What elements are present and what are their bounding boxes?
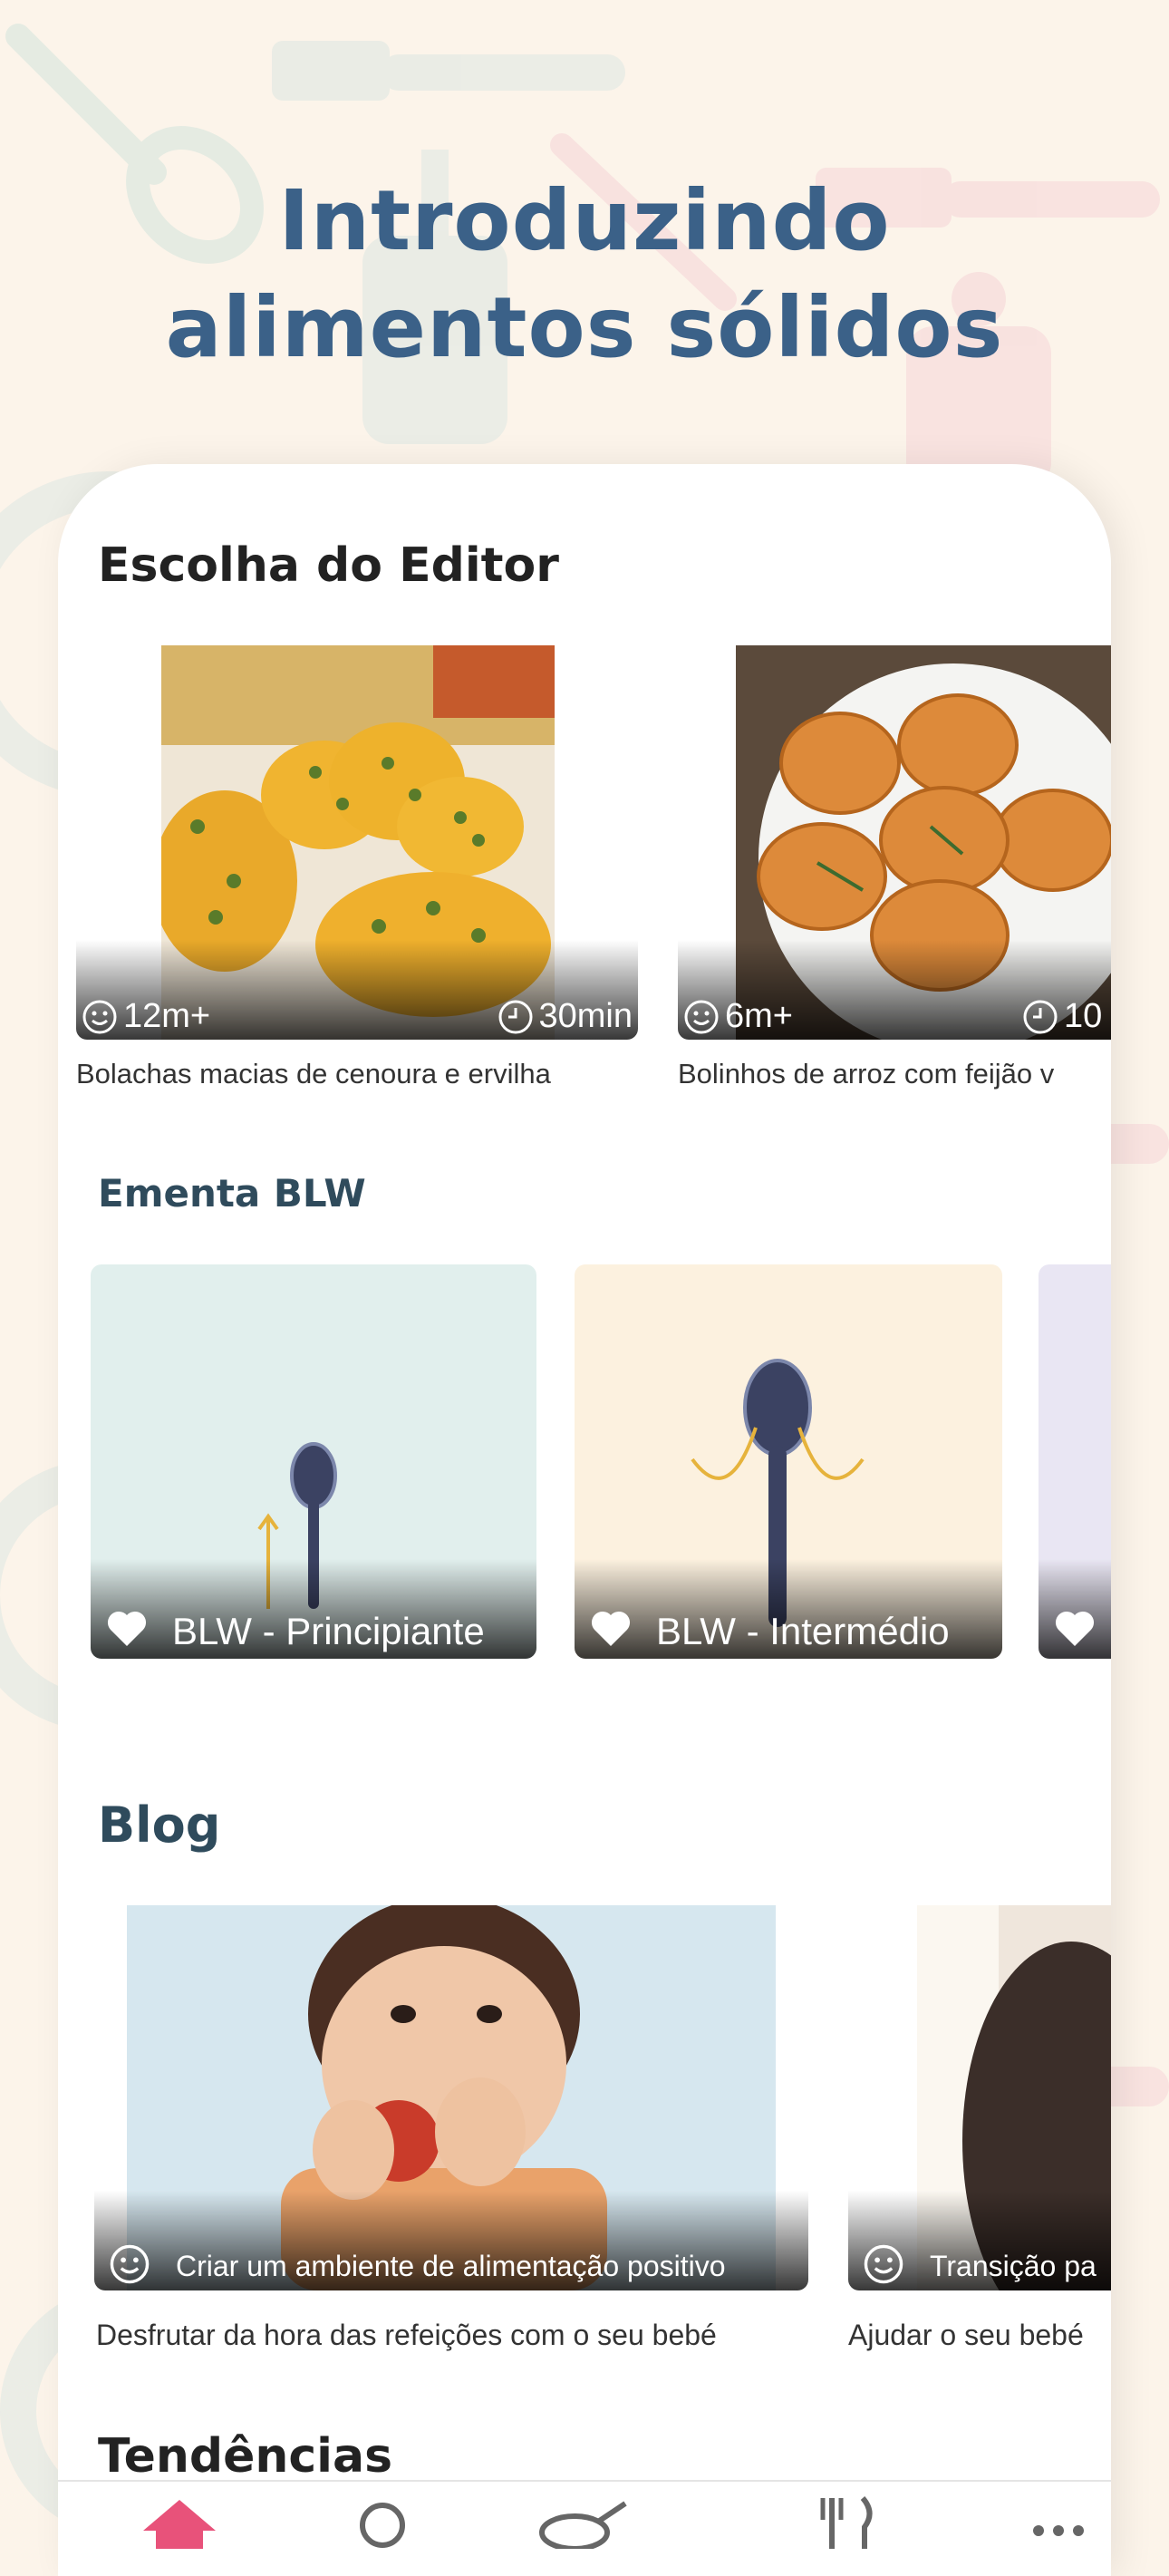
clock-icon	[1023, 1000, 1058, 1033]
home-icon[interactable]	[134, 2494, 225, 2549]
baby-face-icon	[864, 2244, 903, 2284]
blw-card-beginner[interactable]: BLW - Principiante	[91, 1264, 536, 1659]
blog-tag-label: Transição pa	[930, 2250, 1097, 2282]
blw-card-label: BLW - Principiante	[172, 1610, 485, 1652]
baby-face-icon	[82, 1000, 117, 1033]
heart-icon[interactable]	[1053, 1608, 1097, 1648]
more-icon[interactable]	[1013, 2494, 1104, 2549]
heart-icon[interactable]	[589, 1608, 633, 1648]
baby-face-icon	[684, 1000, 719, 1033]
promo-headline: Introduzindo alimentos sólidos	[0, 168, 1169, 382]
baby-face-icon	[110, 2244, 150, 2284]
clock-icon	[498, 1000, 532, 1033]
blog-card-transition-partial[interactable]: Transição pa	[848, 1905, 1111, 2290]
section-title-editors-choice: Escolha do Editor	[98, 538, 559, 593]
time-label: 10	[1064, 997, 1103, 1035]
blog-tag-label: Criar um ambiente de alimentação positiv…	[176, 2250, 726, 2282]
app-screen: Escolha do Editor 12m+ 30min Bolachas ma…	[58, 464, 1111, 2576]
blw-card-intermediate[interactable]: BLW - Intermédio	[575, 1264, 1002, 1659]
search-icon[interactable]	[339, 2494, 430, 2549]
age-label: 12m+	[123, 997, 211, 1035]
time-badge: 10	[1022, 997, 1102, 1036]
blog-card-positive-feeding[interactable]: Criar um ambiente de alimentação positiv…	[94, 1905, 808, 2290]
recipe-caption[interactable]: Bolinhos de arroz com feijão v	[678, 1058, 1054, 1090]
recipe-caption[interactable]: Bolachas macias de cenoura e ervilha	[76, 1058, 551, 1090]
time-badge: 30min	[498, 997, 633, 1036]
blw-card-label: BLW - Intermédio	[656, 1610, 950, 1652]
section-title-blw-menu: Ementa BLW	[98, 1171, 366, 1215]
headline-line-2: alimentos sólidos	[165, 279, 1004, 376]
pan-icon[interactable]	[538, 2494, 629, 2549]
recipe-card-rice-bean-patties[interactable]: 6m+ 10	[678, 645, 1111, 1040]
heart-icon[interactable]	[105, 1608, 149, 1648]
section-title-blog: Blog	[98, 1796, 221, 1854]
blog-caption[interactable]: Desfrutar da hora das refeições com o se…	[96, 2319, 717, 2352]
headline-line-1: Introduzindo	[278, 172, 891, 269]
age-badge: 6m+	[683, 997, 793, 1036]
age-label: 6m+	[725, 997, 793, 1035]
blog-caption[interactable]: Ajudar o seu bebé	[848, 2319, 1084, 2352]
utensils-icon[interactable]	[805, 2494, 895, 2549]
blw-card-advanced-partial[interactable]	[1039, 1264, 1111, 1659]
recipe-card-carrot-pea-cookies[interactable]: 12m+ 30min	[76, 645, 638, 1040]
bottom-tab-bar	[58, 2480, 1111, 2576]
section-title-trending: Tendências	[98, 2429, 393, 2484]
age-badge: 12m+	[82, 997, 210, 1036]
time-label: 30min	[538, 997, 633, 1035]
